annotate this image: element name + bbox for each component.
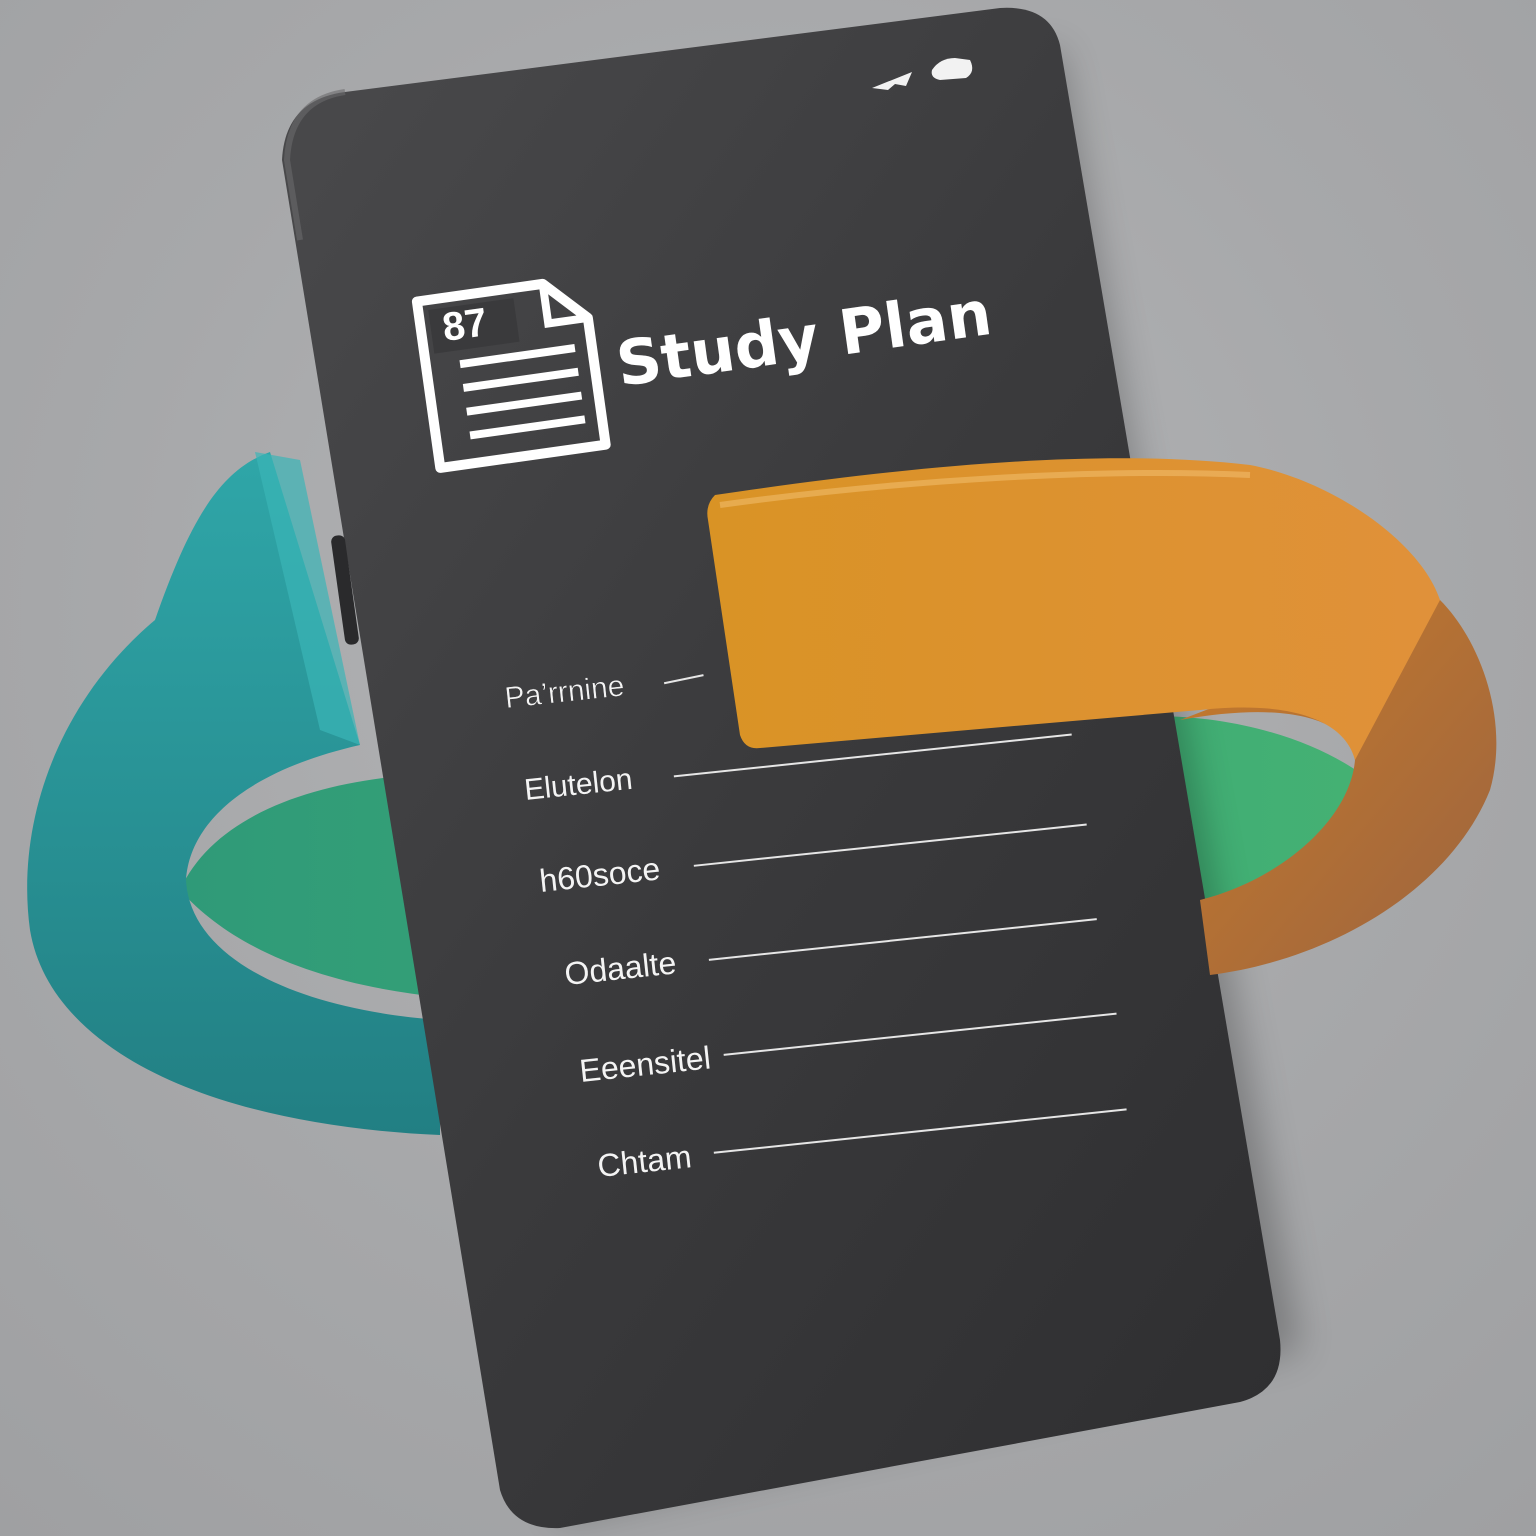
ring-orange bbox=[707, 458, 1440, 760]
phone-body bbox=[282, 7, 1281, 1529]
scene: 87 Study Plan Pa’rrnine Elutelon h60soce… bbox=[27, 7, 1497, 1529]
document-badge: 87 bbox=[440, 300, 490, 350]
